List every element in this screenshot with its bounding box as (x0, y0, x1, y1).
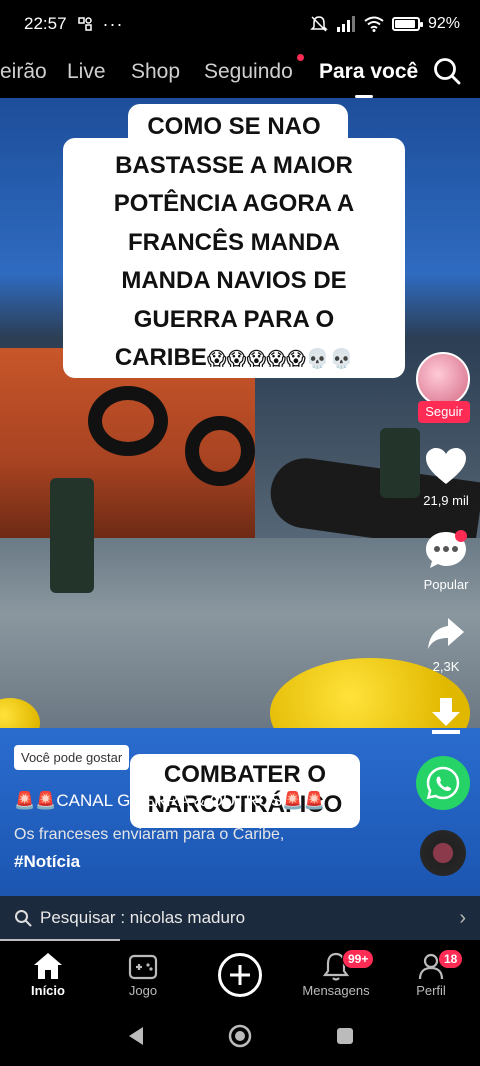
overlay-line: BASTASSE A MAIOR (115, 151, 353, 179)
tab-para-voce[interactable]: Para você (319, 60, 418, 98)
nav-perfil[interactable]: Perfil 18 (386, 949, 476, 998)
tab-live[interactable]: Live (67, 60, 106, 84)
plus-icon (230, 965, 250, 985)
notification-icon (77, 17, 92, 31)
download-icon (432, 698, 460, 734)
nav-label: Mensagens (302, 983, 370, 998)
whatsapp-icon (426, 766, 460, 800)
like-button[interactable]: 21,9 mil (412, 446, 480, 508)
tab-partial[interactable]: eirão (0, 60, 47, 84)
share-count: 2,3K (432, 659, 460, 674)
overlay-last-line: CARIBE😱😱😱😱😱💀💀 (63, 339, 405, 380)
create-button[interactable] (218, 953, 262, 997)
mute-icon (310, 16, 328, 32)
overlay-line: CARIBE (114, 344, 207, 371)
follow-button[interactable]: Seguir (418, 401, 470, 423)
bottom-nav: Início Jogo Mensagens 99+ Perfil 18 (0, 941, 480, 1007)
nav-mensagens[interactable]: Mensagens 99+ (291, 949, 381, 998)
tire-image (88, 386, 168, 456)
nav-label: Início (31, 983, 65, 998)
music-disc[interactable] (420, 830, 466, 876)
comment-icon (426, 530, 467, 568)
download-button[interactable] (412, 696, 480, 739)
nav-label: Jogo (128, 983, 158, 998)
home-icon (34, 953, 62, 979)
combat-line-1: COMBATER O (163, 761, 327, 788)
overlay-line: COMO SE NAO (147, 113, 321, 140)
tab-notification-dot (297, 54, 304, 61)
share-button[interactable]: 2,3K (412, 616, 480, 674)
like-count: 21,9 mil (423, 493, 469, 508)
hashtag-link[interactable]: #Notícia (14, 852, 80, 872)
home-circle-icon[interactable] (227, 1023, 253, 1049)
suggest-badge: Você pode gostar (14, 745, 130, 770)
nav-label: Perfil (416, 983, 446, 998)
search-icon (15, 910, 32, 927)
more-icon: ··· (102, 13, 124, 34)
person-image (50, 478, 94, 593)
overlay-line: FRANCÊS MANDA (128, 228, 340, 256)
back-icon[interactable] (126, 1025, 146, 1047)
gamepad-icon (128, 954, 158, 980)
messages-badge: 99+ (342, 949, 375, 969)
nav-inicio[interactable]: Início (3, 949, 93, 998)
system-nav-bar (0, 1007, 480, 1066)
status-time: 22:57 (24, 14, 67, 33)
chevron-right-icon: › (459, 906, 466, 929)
overlay-text: COMO SE NAO BASTASSE A MAIOR POTÊNCIA AG… (63, 108, 405, 380)
tab-shop[interactable]: Shop (131, 60, 180, 84)
status-bar: 22:57 ··· 92% (0, 0, 480, 48)
share-icon (428, 618, 464, 649)
nav-jogo[interactable]: Jogo (98, 949, 188, 998)
overlay-line: MANDA NAVIOS DE (121, 267, 347, 294)
comment-label: Popular (423, 577, 469, 592)
channel-name[interactable]: 🚨🚨CANAL GUERRA & OUTROS🚨🚨 (14, 791, 325, 811)
overlay-line: GUERRA PARA O (133, 305, 335, 333)
signal-icon (336, 16, 355, 32)
comment-button[interactable]: Popular (412, 530, 480, 592)
video-player[interactable]: COMO SE NAO BASTASSE A MAIOR POTÊNCIA AG… (0, 98, 480, 898)
creator-avatar[interactable] (416, 352, 470, 406)
whatsapp-share-button[interactable] (416, 756, 470, 810)
overlay-line: POTÊNCIA AGORA A (113, 190, 355, 217)
heart-icon (426, 448, 466, 484)
tab-seguindo[interactable]: Seguindo (204, 60, 293, 84)
overlay-emojis: 😱😱😱😱😱💀💀 (206, 349, 354, 370)
wifi-icon (364, 16, 384, 32)
top-tabs: eirão Live Shop Seguindo Para você (0, 48, 480, 98)
profile-badge: 18 (438, 949, 464, 969)
tire-image (185, 416, 255, 486)
related-search-label: Pesquisar : nicolas maduro (40, 908, 246, 927)
related-search-bar[interactable]: Pesquisar : nicolas maduro › (0, 896, 480, 940)
video-caption[interactable]: Os franceses enviaram para o Caribe, (14, 826, 284, 844)
recents-icon[interactable] (335, 1026, 355, 1046)
